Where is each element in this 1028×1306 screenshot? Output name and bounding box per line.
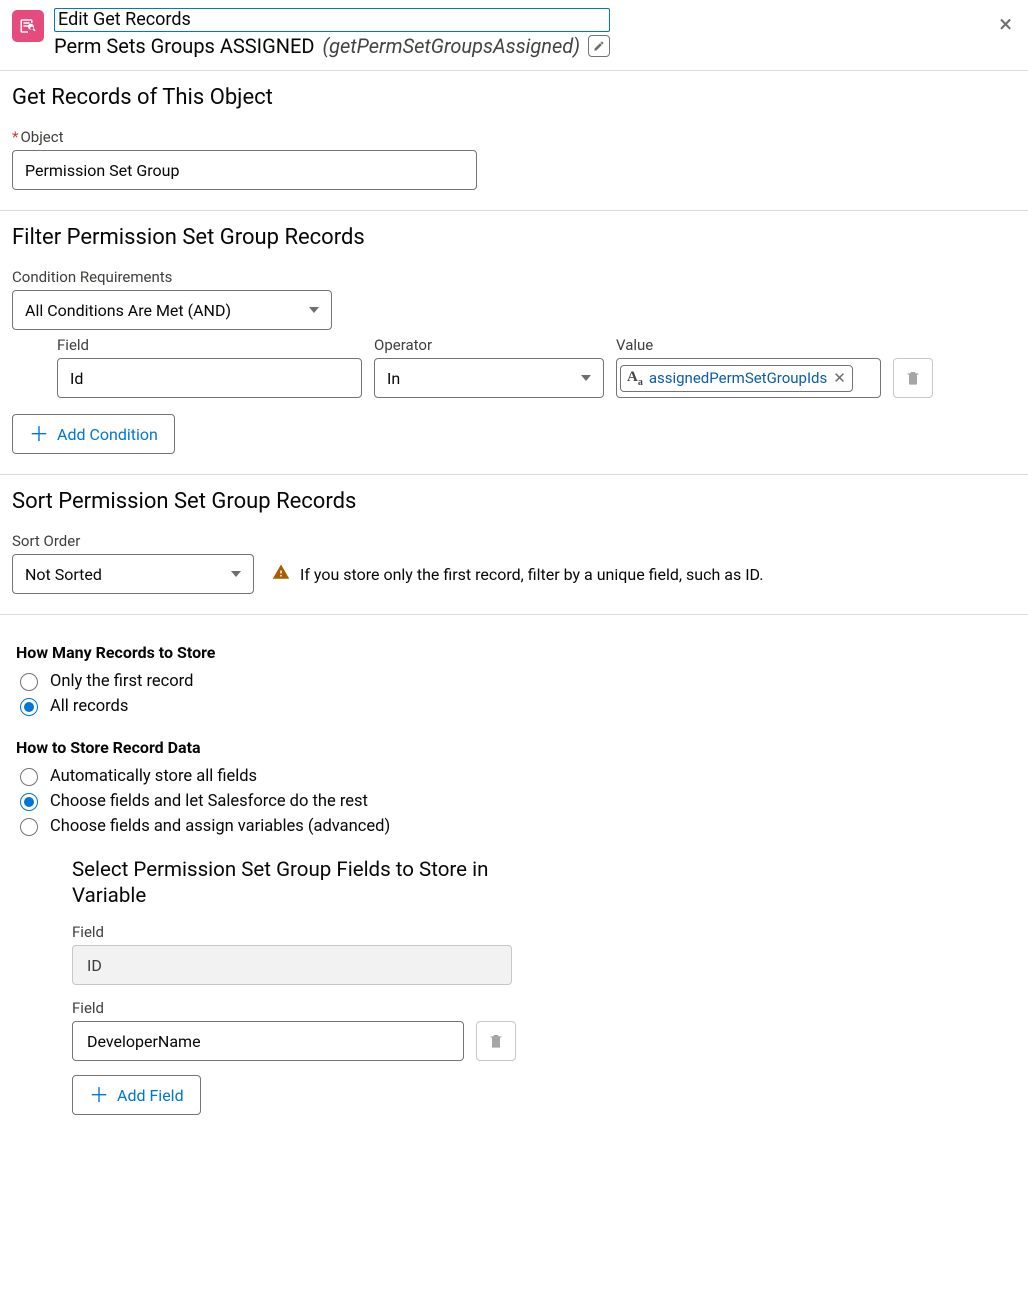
sort-warning: If you store only the first record, filt… (272, 563, 763, 585)
edit-name-button[interactable] (588, 35, 610, 57)
radio-icon (20, 698, 38, 716)
radio-icon (20, 768, 38, 786)
modal-header: Edit Get Records Perm Sets Groups ASSIGN… (0, 0, 1028, 71)
condition-operator-select[interactable]: In (374, 358, 604, 398)
field-label: Field (72, 999, 532, 1017)
radio-icon (20, 818, 38, 836)
section-title-object: Get Records of This Object (12, 85, 1016, 110)
chevron-down-icon (581, 375, 591, 381)
select-fields-title: Select Permission Set Group Fields to St… (72, 858, 532, 909)
condition-requirements-label: Condition Requirements (12, 268, 1016, 286)
value-pill[interactable]: Aa assignedPermSetGroupIds ✕ (620, 365, 853, 392)
object-input[interactable]: Permission Set Group (12, 150, 477, 190)
store-field-developername[interactable]: DeveloperName (72, 1021, 464, 1061)
modal-title[interactable]: Edit Get Records (54, 8, 610, 32)
radio-icon (20, 673, 38, 691)
chevron-down-icon (309, 307, 319, 313)
object-label: Object (12, 128, 1016, 146)
col-header-operator: Operator (374, 336, 604, 354)
delete-condition-button[interactable] (893, 358, 933, 398)
element-api-name: (getPermSetGroupsAssigned) (322, 34, 580, 58)
filter-section: Filter Permission Set Group Records Cond… (0, 211, 1028, 475)
radio-choose-fields[interactable]: Choose fields and let Salesforce do the … (20, 792, 1016, 811)
section-title-sort: Sort Permission Set Group Records (12, 489, 1016, 514)
field-label: Field (72, 923, 532, 941)
delete-field-button[interactable] (476, 1021, 516, 1061)
add-condition-button[interactable]: ＋ Add Condition (12, 414, 175, 454)
store-field-id: ID (72, 945, 512, 985)
how-store-heading: How to Store Record Data (16, 738, 1016, 757)
condition-value-input[interactable]: Aa assignedPermSetGroupIds ✕ (616, 358, 881, 398)
warning-icon (272, 563, 290, 585)
object-section: Get Records of This Object Object Permis… (0, 71, 1028, 211)
sort-section: Sort Permission Set Group Records Sort O… (0, 475, 1028, 615)
text-type-icon: Aa (627, 369, 643, 388)
radio-only-first[interactable]: Only the first record (20, 672, 1016, 691)
store-section: How Many Records to Store Only the first… (0, 615, 1028, 1135)
close-icon[interactable]: × (999, 12, 1012, 36)
condition-row: Field Id Operator In Value Aa assignedPe… (57, 336, 1016, 398)
col-header-value: Value (616, 336, 881, 354)
how-store-radio-group: Automatically store all fields Choose fi… (16, 767, 1016, 836)
condition-field-input[interactable]: Id (57, 358, 362, 398)
radio-all-records[interactable]: All records (20, 697, 1016, 716)
remove-pill-icon[interactable]: ✕ (833, 369, 846, 387)
condition-requirements-select[interactable]: All Conditions Are Met (AND) (12, 290, 332, 330)
how-many-heading: How Many Records to Store (16, 643, 1016, 662)
sort-order-select[interactable]: Not Sorted (12, 554, 254, 594)
radio-choose-assign[interactable]: Choose fields and assign variables (adva… (20, 817, 1016, 836)
chevron-down-icon (231, 571, 241, 577)
sort-order-label: Sort Order (12, 532, 1016, 550)
plus-icon: ＋ (89, 1085, 109, 1105)
element-name: Perm Sets Groups ASSIGNED (54, 34, 314, 58)
radio-auto-store[interactable]: Automatically store all fields (20, 767, 1016, 786)
how-many-radio-group: Only the first record All records (16, 672, 1016, 716)
radio-icon (20, 793, 38, 811)
select-fields-panel: Select Permission Set Group Fields to St… (72, 858, 532, 1115)
add-field-button[interactable]: ＋ Add Field (72, 1075, 201, 1115)
col-header-field: Field (57, 336, 362, 354)
get-records-icon (12, 10, 44, 42)
plus-icon: ＋ (29, 424, 49, 444)
section-title-filter: Filter Permission Set Group Records (12, 225, 1016, 250)
